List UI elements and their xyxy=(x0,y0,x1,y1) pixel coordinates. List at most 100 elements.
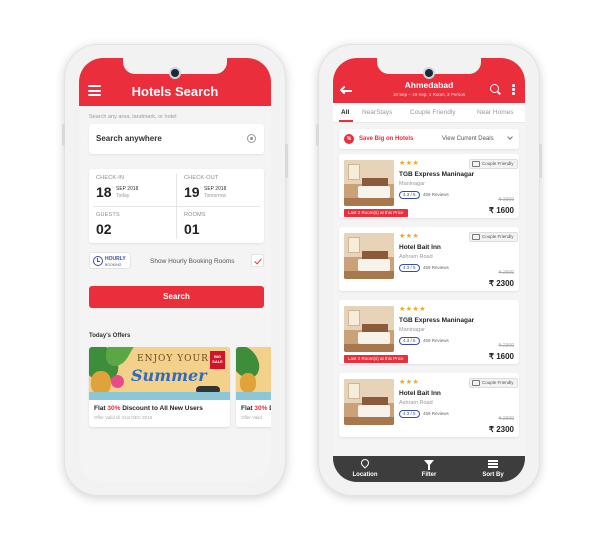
checkout-field[interactable]: CHECK-OUT 19 SEP 2018 Tomorrow xyxy=(177,169,264,206)
couple-friendly-badge: Couple Friendly xyxy=(469,159,518,169)
summer-offer-banner: ENJOY YOUR Summer BIG SALE xyxy=(89,347,230,400)
offer-highlight: 30% xyxy=(254,405,268,412)
search-input[interactable]: Search anywhere xyxy=(89,124,264,154)
power-button xyxy=(285,144,288,178)
hotel-area: Ashram Road xyxy=(399,254,433,260)
search-icon[interactable] xyxy=(490,84,499,93)
hotel-card[interactable]: ★★★ Couple Friendly Hotel Bait Inn Ashra… xyxy=(339,227,519,291)
hotel-photo xyxy=(344,379,394,425)
nav-sort[interactable]: Sort By xyxy=(461,456,525,482)
checkin-month: SEP 2018 xyxy=(116,186,139,192)
price: ₹ 2300 xyxy=(488,425,514,434)
sort-icon xyxy=(488,460,498,468)
hourly-badge-title: HOURLY xyxy=(105,256,126,262)
chevron-down-icon[interactable] xyxy=(507,134,513,140)
flower-graphic xyxy=(111,375,124,388)
review-count: 459 Reviews xyxy=(423,192,449,197)
nav-filter[interactable]: Filter xyxy=(397,456,461,482)
rating-badge: 4.3 / 5 xyxy=(399,264,420,272)
offer-card[interactable]: ENJOY YOUR Summer BIG SALE Flat 30% Disc… xyxy=(89,347,230,427)
offer-prefix: Flat xyxy=(241,405,255,412)
locate-me-icon[interactable] xyxy=(247,134,256,143)
power-button xyxy=(539,144,542,178)
location-pin-icon xyxy=(359,457,371,469)
checkout-month: SEP 2018 xyxy=(204,186,227,192)
hotel-name: Hotel Bait Inn xyxy=(399,244,441,251)
left-phone-frame: Hotels Search Search any area, landmark,… xyxy=(62,44,288,496)
limited-rooms-alert: Last 2 Room(s) at this Price xyxy=(344,355,408,363)
volume-button xyxy=(62,124,65,146)
bottom-nav: Location Filter Sort By xyxy=(333,456,525,482)
discount-icon: % xyxy=(344,134,354,144)
hotel-photo xyxy=(344,306,394,352)
hotel-name: TGB Express Maninagar xyxy=(399,171,475,178)
tab-all[interactable]: All xyxy=(341,109,349,116)
rooms-field[interactable]: ROOMS 01 xyxy=(177,206,264,243)
view-deals-link[interactable]: View Current Deals xyxy=(442,136,494,142)
couple-friendly-badge: Couple Friendly xyxy=(469,232,518,242)
search-button[interactable]: Search xyxy=(89,286,264,308)
hotel-card[interactable]: ★★★★ TGB Express Maninagar Maninagar 4.3… xyxy=(339,300,519,364)
sea-graphic xyxy=(236,392,271,400)
hotel-search-screen: Hotels Search Search any area, landmark,… xyxy=(79,58,271,482)
deals-text: Save Big on Hotels xyxy=(359,136,414,142)
hotel-photo xyxy=(344,233,394,279)
search-hint: Search any area, landmark, or hotel xyxy=(89,114,177,120)
offer-validity: Offer Valid xyxy=(241,415,262,420)
tab-nearstays[interactable]: NearStays xyxy=(362,109,392,116)
guests-value: 02 xyxy=(96,221,112,237)
hotel-card[interactable]: ★★★ Couple Friendly TGB Express Maninaga… xyxy=(339,154,519,218)
camera-icon xyxy=(425,69,433,77)
couple-friendly-icon xyxy=(472,234,480,240)
sea-graphic xyxy=(89,392,230,400)
hourly-booking-checkbox[interactable] xyxy=(251,254,264,267)
stay-summary: 18 Sep – 19 Sep, 1 Room, 2 Person xyxy=(392,92,466,97)
couple-friendly-label: Couple Friendly xyxy=(482,234,514,239)
checkout-label: CHECK-OUT xyxy=(184,175,219,181)
filter-tabs: All NearStays Couple Friendly Near Homes xyxy=(333,103,525,123)
review-count: 459 Reviews xyxy=(423,338,449,343)
banner-line2: Summer xyxy=(131,366,207,385)
offers-title: Today's Offers xyxy=(89,333,131,339)
rooms-value: 01 xyxy=(184,221,200,237)
page-title: Hotels Search xyxy=(131,84,219,99)
hourly-booking-badge: HOURLY BOOKING xyxy=(89,252,131,269)
original-price: ₹ 2900 xyxy=(498,270,514,276)
star-rating: ★★★ xyxy=(399,379,420,386)
hotel-card[interactable]: ★★★ Couple Friendly Hotel Bait Inn Ashra… xyxy=(339,373,519,437)
mockup-stage: Hotels Search Search any area, landmark,… xyxy=(0,0,604,539)
rooms-label: ROOMS xyxy=(184,212,206,218)
couple-friendly-badge: Couple Friendly xyxy=(469,378,518,388)
rating-badge: 4.3 / 5 xyxy=(399,337,420,345)
guests-label: GUESTS xyxy=(96,212,120,218)
limited-rooms-alert: Last 2 Room(s) at this Price xyxy=(344,209,408,217)
price: ₹ 1600 xyxy=(488,206,514,215)
more-options-icon[interactable] xyxy=(512,84,515,96)
offer-card[interactable]: Flat 30% D Offer Valid xyxy=(236,347,271,427)
tab-near-homes[interactable]: Near Homes xyxy=(477,109,513,116)
checkout-note: Tomorrow xyxy=(204,193,226,199)
checkout-day: 19 xyxy=(184,184,200,200)
checkin-field[interactable]: CHECK-IN 18 SEP 2018 Today xyxy=(89,169,176,206)
nav-label: Sort By xyxy=(482,472,504,478)
hotel-area: Ashram Road xyxy=(399,400,433,406)
booking-details-card: CHECK-IN 18 SEP 2018 Today CHECK-OUT 19 … xyxy=(89,169,264,243)
big-sale-tag: BIG SALE xyxy=(210,351,225,369)
star-rating: ★★★ xyxy=(399,233,420,240)
offer-validity: Offer Valid till 21st DEC 2018 xyxy=(94,415,153,420)
checkin-note: Today xyxy=(116,193,130,199)
nav-location[interactable]: Location xyxy=(333,456,397,482)
hotel-area: Maninagar xyxy=(399,181,425,187)
offer-prefix: Flat xyxy=(94,405,108,412)
deals-banner[interactable]: % Save Big on Hotels View Current Deals xyxy=(339,129,519,149)
checkin-label: CHECK-IN xyxy=(96,175,125,181)
volume-button xyxy=(316,124,319,146)
tab-couple-friendly[interactable]: Couple Friendly xyxy=(410,109,456,116)
original-price: ₹ 2300 xyxy=(498,343,514,349)
offer-highlight: 30% xyxy=(107,405,121,412)
clock-icon xyxy=(93,256,103,266)
couple-friendly-label: Couple Friendly xyxy=(482,380,514,385)
hotel-name: Hotel Bait Inn xyxy=(399,390,441,397)
guests-field[interactable]: GUESTS 02 xyxy=(89,206,176,243)
offer-title: Flat 30% D xyxy=(241,405,271,412)
